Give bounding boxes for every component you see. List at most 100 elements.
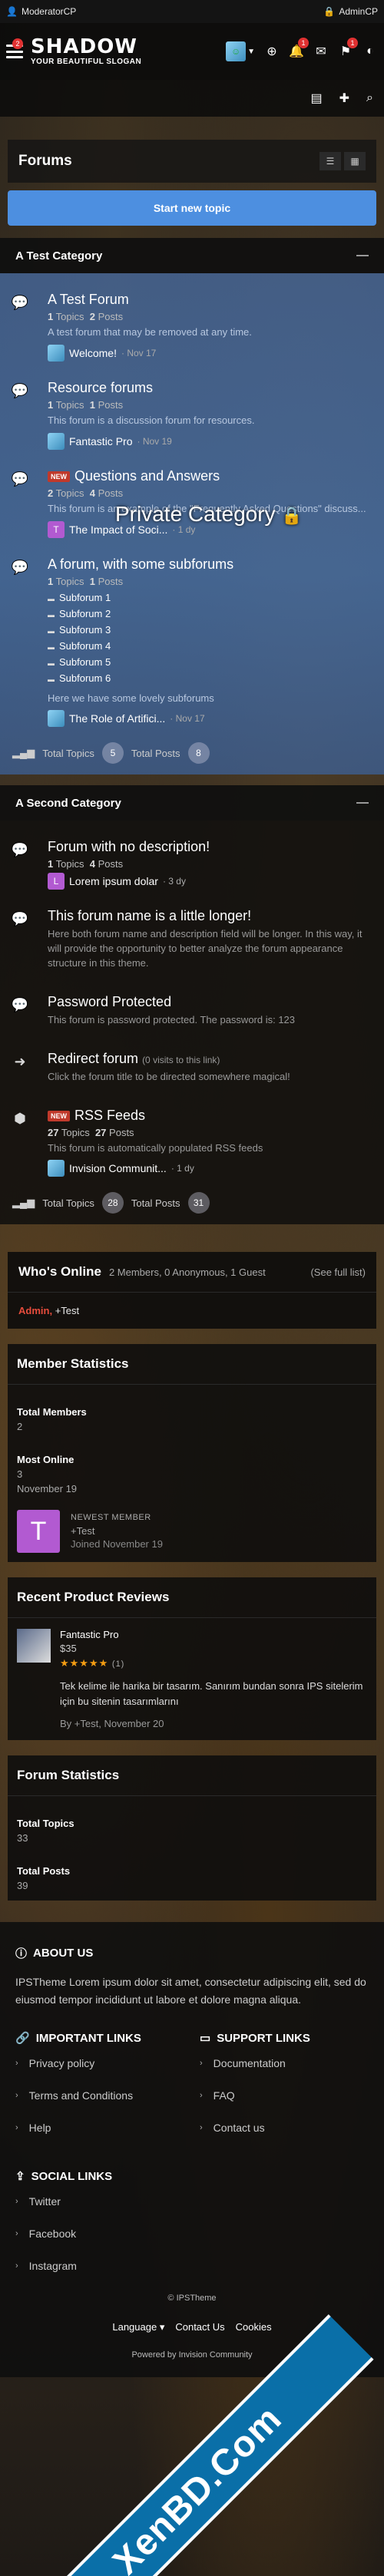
plus-icon[interactable]: ✚ xyxy=(339,91,349,106)
cookies-link[interactable]: Cookies xyxy=(236,2321,272,2333)
footer-link[interactable]: › Terms and Conditions xyxy=(15,2089,184,2102)
private-category-label: Private Category 🔒 xyxy=(115,501,303,526)
forum-icon: 💬 xyxy=(11,911,29,927)
redirect-arrow-icon: ➜ xyxy=(14,1053,26,1069)
info-icon: ⓘ xyxy=(15,1947,28,1961)
book-icon: ▭ xyxy=(200,2032,211,2046)
theme-icon[interactable]: ◐ xyxy=(362,44,378,59)
forum-title[interactable]: Forum with no description! xyxy=(48,839,369,855)
moderatorcp-link[interactable]: 👤 ModeratorCP xyxy=(6,6,76,17)
footer-link[interactable]: › Privacy policy xyxy=(15,2057,184,2069)
footer-link[interactable]: › Documentation xyxy=(200,2057,369,2069)
footer-link[interactable]: › FAQ xyxy=(200,2089,369,2102)
social-link-instagram[interactable]: › Instagram xyxy=(15,2260,369,2272)
last-post-title[interactable]: Invision Communit... xyxy=(69,1162,167,1174)
subforum-link[interactable]: Subforum 5 xyxy=(48,655,369,671)
last-post-title[interactable]: The Role of Artifici... xyxy=(69,712,165,725)
bell-icon[interactable]: 🔔 1 xyxy=(289,38,309,59)
avatar[interactable]: T xyxy=(48,520,65,538)
category-header[interactable]: A Second Category xyxy=(0,785,384,821)
footer-link[interactable]: › Contact us xyxy=(200,2122,369,2134)
recent-reviews-widget: Recent Product Reviews Fantastic Pro $35… xyxy=(8,1577,376,1741)
new-badge: NEW xyxy=(48,471,70,482)
create-icon[interactable]: ⊕ xyxy=(264,44,280,59)
category-stats: ▂▄▆ Total Topics 5 Total Posts 8 xyxy=(0,735,384,765)
forum-icon: 💬 xyxy=(11,996,29,1012)
online-user-test[interactable]: +Test xyxy=(55,1305,79,1316)
category-header[interactable]: A Test Category xyxy=(0,238,384,273)
last-post-title[interactable]: Welcome! xyxy=(69,347,117,359)
language-menu[interactable]: Language ▾ xyxy=(112,2321,164,2333)
member-statistics-widget: Member Statistics Total Members 2 Most O… xyxy=(8,1344,376,1563)
list-view-icon[interactable]: ☰ xyxy=(319,152,341,170)
new-badge: NEW xyxy=(48,1110,70,1121)
user-avatar[interactable]: ☺ xyxy=(226,41,247,61)
category-body: 💬 Forum with no description! 1 Topics 4 … xyxy=(0,821,384,1225)
subforum-link[interactable]: Subforum 3 xyxy=(48,623,369,639)
avatar[interactable] xyxy=(48,1160,65,1177)
site-logo[interactable]: SHADOW YOUR BEAUTIFUL SLOGAN xyxy=(31,37,141,66)
newest-member-avatar[interactable]: T xyxy=(17,1510,60,1554)
forum-title[interactable]: Resource forums xyxy=(48,380,369,396)
forum-row: ➜ Redirect forum (0 visits to this link)… xyxy=(0,1040,384,1097)
contact-link[interactable]: Contact Us xyxy=(175,2321,224,2333)
menu-badge: 2 xyxy=(12,38,23,49)
category-stats: ▂▄▆ Total Topics 28 Total Posts 31 xyxy=(0,1184,384,1214)
activity-icon[interactable]: ▤ xyxy=(311,91,323,106)
whos-online-widget: Who's Online 2 Members, 0 Anonymous, 1 G… xyxy=(8,1252,376,1329)
newest-member-name[interactable]: +Test xyxy=(71,1525,163,1537)
collapse-icon[interactable] xyxy=(356,802,369,804)
online-user-admin[interactable]: Admin, xyxy=(18,1305,52,1316)
link-icon: 🔗 xyxy=(15,2032,30,2046)
menu-button[interactable]: 2 xyxy=(6,38,23,58)
subforum-link[interactable]: Subforum 4 xyxy=(48,639,369,655)
rating-stars: ★★★★★ (1) xyxy=(60,1657,125,1669)
forum-row: ⬢ NEW RSS Feeds 27 Topics 27 Posts This f… xyxy=(0,1097,384,1185)
forum-title[interactable]: NEW RSS Feeds xyxy=(48,1108,369,1124)
top-bar: 👤 ModeratorCP 🔒 AdminCP xyxy=(0,0,384,23)
forum-row: 💬 This forum name is a little longer! He… xyxy=(0,897,384,983)
product-title[interactable]: Fantastic Pro xyxy=(60,1629,367,1640)
product-thumbnail[interactable] xyxy=(17,1629,51,1663)
forum-title[interactable]: This forum name is a little longer! xyxy=(48,908,369,924)
avatar[interactable] xyxy=(48,344,65,362)
forum-title[interactable]: A forum, with some subforums xyxy=(48,556,369,573)
avatar[interactable] xyxy=(48,710,65,728)
start-new-topic-button[interactable]: Start new topic xyxy=(8,190,376,226)
avatar[interactable] xyxy=(48,432,65,450)
search-icon[interactable]: ⌕ xyxy=(366,91,373,105)
chart-icon: ▂▄▆ xyxy=(12,1197,35,1209)
subforum-link[interactable]: Subforum 2 xyxy=(48,606,369,623)
forum-icon: 💬 xyxy=(11,382,29,398)
last-post-title[interactable]: Fantastic Pro xyxy=(69,435,132,447)
user-icon: 👤 xyxy=(6,6,18,17)
lock-icon: 🔒 xyxy=(281,505,303,525)
grid-view-icon[interactable]: ▦ xyxy=(344,152,366,170)
forum-title[interactable]: Redirect forum (0 visits to this link) xyxy=(48,1051,369,1067)
admincp-link[interactable]: 🔒 AdminCP xyxy=(323,6,378,17)
social-link-facebook[interactable]: › Facebook xyxy=(15,2228,369,2240)
social-link-twitter[interactable]: › Twitter xyxy=(15,2195,369,2208)
see-full-list-link[interactable]: (See full list) xyxy=(310,1267,366,1278)
last-post-title[interactable]: Lorem ipsum dolar xyxy=(69,875,158,887)
forum-title[interactable]: NEW Questions and Answers xyxy=(48,468,369,484)
collapse-icon[interactable] xyxy=(356,255,369,256)
subforum-link[interactable]: Subforum 1 xyxy=(48,590,369,606)
avatar[interactable]: L xyxy=(48,873,65,890)
envelope-icon[interactable]: ✉ xyxy=(313,44,329,59)
footer-link[interactable]: › Help xyxy=(15,2122,184,2134)
chevron-down-icon[interactable]: ▼ xyxy=(247,48,255,56)
category-body: 💬 A Test Forum 1 Topics 2 Posts A test f… xyxy=(0,273,384,775)
forum-title[interactable]: A Test Forum xyxy=(48,292,369,308)
page-title-bar: Forums ☰ ▦ xyxy=(8,140,376,183)
forum-row: 💬 A forum, with some subforums 1 Topics … xyxy=(0,546,384,735)
forum-row: 💬 Resource forums 1 Topics 1 Posts This … xyxy=(0,369,384,457)
forum-row: 💬 NEW Questions and Answers 2 Topics 4 Po… xyxy=(0,457,384,546)
forum-icon: 💬 xyxy=(11,295,29,310)
subforum-link[interactable]: Subforum 6 xyxy=(48,671,369,687)
forum-icon: 💬 xyxy=(11,471,29,487)
flag-icon[interactable]: ⚑ 1 xyxy=(338,38,358,59)
forum-title[interactable]: Password Protected xyxy=(48,994,369,1010)
forum-icon: 💬 xyxy=(11,842,29,858)
rss-icon: ⬢ xyxy=(14,1110,26,1126)
